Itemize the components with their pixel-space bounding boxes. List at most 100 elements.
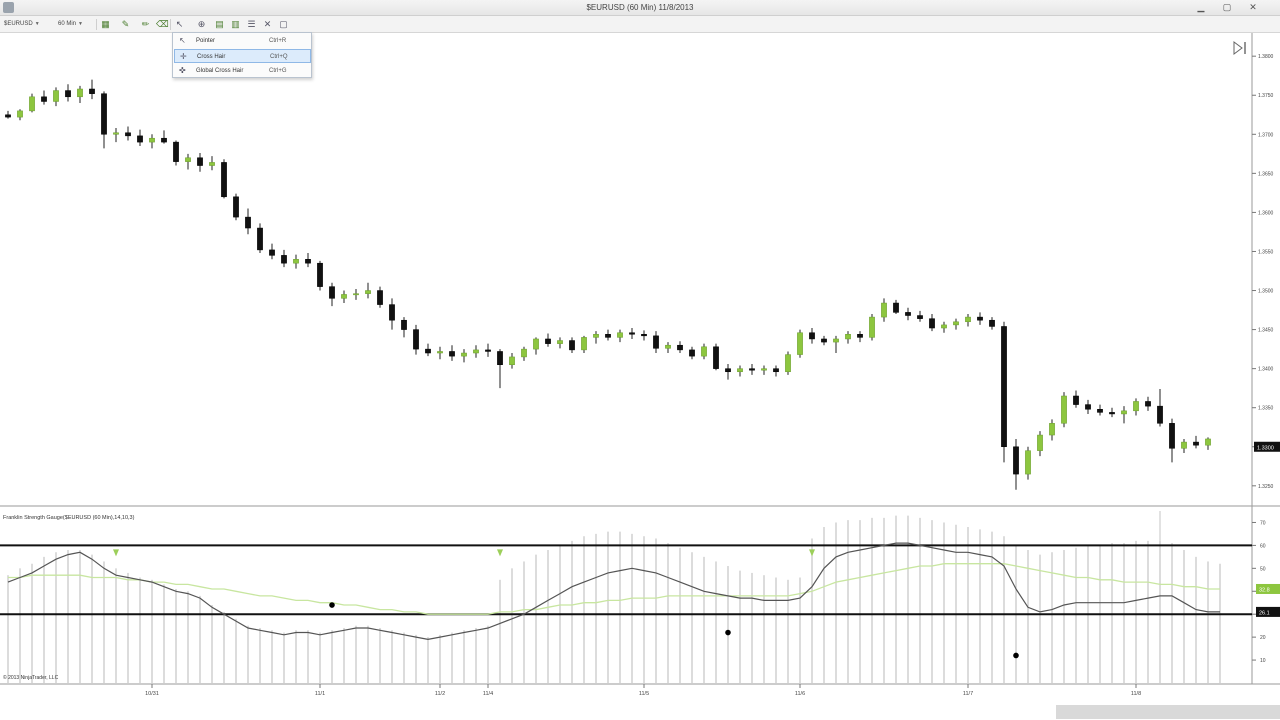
up-candle [581, 337, 587, 351]
menu-item-global-cross-hair[interactable]: ✜ Global Cross Hair Ctrl+G [174, 64, 311, 78]
down-candle [161, 137, 167, 143]
up-candle [209, 162, 215, 166]
strategies-icon[interactable]: ▥ [230, 19, 241, 30]
down-candle [629, 332, 635, 335]
menu-item-label: Pointer [196, 38, 216, 44]
down-candle [1157, 405, 1163, 424]
bars-type-icon[interactable]: ▦ [100, 19, 111, 30]
down-candle [245, 216, 251, 229]
down-candle [689, 349, 695, 357]
up-candle [761, 368, 767, 371]
signal-arrow-icon [113, 549, 119, 557]
up-candle [617, 332, 623, 338]
indicators-icon[interactable]: ▤ [214, 19, 225, 30]
chart-area[interactable]: 1.3800 1.3750 1.3700 1.3650 1.3600 1.3550 1.35… [0, 33, 1280, 720]
chart-canvas[interactable]: 1.3800 1.3750 1.3700 1.3650 1.3600 1.3550 1.35… [0, 33, 1280, 720]
down-candle [449, 351, 455, 357]
menu-item-label: Global Cross Hair [196, 68, 244, 74]
down-candle [977, 316, 983, 321]
window-icon[interactable]: ▢ [278, 19, 289, 30]
up-candle [797, 332, 803, 355]
minimize-button[interactable]: ▁ [1188, 1, 1214, 14]
up-candle [1037, 434, 1043, 451]
price-tick-label: 1.3800 [1258, 54, 1274, 60]
close-button[interactable]: ✕ [1240, 1, 1266, 14]
up-candle [293, 259, 299, 264]
up-candle [77, 88, 83, 98]
up-candle [965, 316, 971, 323]
title-bar: $EURUSD (60 Min) 11/8/2013 ▁ ▢ ✕ [0, 0, 1280, 16]
drawing-tools-icon[interactable]: ✎ [120, 19, 131, 30]
down-candle [389, 304, 395, 321]
down-candle [305, 259, 311, 264]
down-candle [101, 93, 107, 135]
horizontal-scrollbar[interactable] [1056, 705, 1280, 719]
down-candle [413, 329, 419, 350]
price-tick-label: 1.3400 [1258, 367, 1274, 373]
down-candle [329, 286, 335, 299]
zoom-icon[interactable]: ⊕ [196, 19, 207, 30]
window-title: $EURUSD (60 Min) 11/8/2013 [586, 3, 694, 12]
down-candle [485, 349, 491, 352]
signal-marks-layer [113, 549, 1019, 659]
indicator-value-label: 32.8 [1259, 587, 1270, 593]
menu-item-cross-hair[interactable]: ✛ Cross Hair Ctrl+Q [174, 49, 311, 63]
instrument-label: $EURUSD [4, 21, 33, 27]
indicator-panel-label: Franklin Strength Gauge($EURUSD (60 Min)… [3, 515, 135, 521]
up-candle [29, 96, 35, 112]
down-candle [269, 249, 275, 256]
up-candle [1025, 450, 1031, 475]
down-candle [1145, 401, 1151, 407]
down-candle [257, 227, 263, 251]
down-candle [221, 162, 227, 198]
down-candle [5, 114, 11, 118]
pointer-mode-icon[interactable]: ↖ [174, 19, 185, 30]
interval-selector[interactable]: 60 Min ▼ [58, 19, 83, 30]
up-candle [845, 334, 851, 340]
scroll-to-end-icon [1233, 41, 1243, 55]
price-tick-label: 1.3700 [1258, 132, 1274, 138]
copyright-label: © 2013 NinjaTrader, LLC [3, 675, 59, 681]
down-candle [197, 157, 203, 166]
down-candle [809, 332, 815, 340]
chevron-down-icon: ▼ [78, 21, 83, 27]
up-candle [53, 90, 59, 102]
down-candle [317, 262, 323, 287]
menu-item-pointer[interactable]: ↖ Pointer Ctrl+R [174, 34, 311, 48]
down-candle [917, 315, 923, 319]
toolbar-separator [96, 19, 97, 30]
down-candle [65, 90, 71, 98]
instrument-selector[interactable]: $EURUSD ▼ [4, 19, 40, 30]
down-candle [1085, 404, 1091, 410]
crosshair-icon: ✛ [180, 52, 187, 61]
candles-layer [5, 79, 1211, 490]
up-candle [1061, 395, 1067, 424]
maximize-button[interactable]: ▢ [1214, 1, 1240, 14]
price-tick-label: 1.3350 [1258, 406, 1274, 412]
eraser-icon[interactable]: ⌫ [156, 19, 169, 30]
up-candle [437, 351, 443, 354]
indicator-tick-label: 50 [1260, 566, 1266, 572]
down-candle [173, 141, 179, 162]
time-tick-label: 10/31 [145, 691, 159, 697]
down-candle [989, 319, 995, 327]
up-candle [737, 368, 743, 373]
last-price-label: 1.3300 [1257, 445, 1274, 451]
global-crosshair-icon: ✜ [179, 66, 186, 75]
down-candle [1109, 412, 1115, 415]
down-candle [569, 340, 575, 351]
down-candle [857, 334, 863, 338]
signal-dot [1013, 652, 1019, 659]
down-candle [905, 312, 911, 316]
time-tick-label: 11/1 [315, 691, 325, 697]
down-candle [1169, 423, 1175, 449]
close-chart-icon[interactable]: ✕ [262, 19, 273, 30]
price-tick-label: 1.3750 [1258, 93, 1274, 99]
pencil-icon[interactable]: ✏ [140, 19, 151, 30]
down-candle [89, 88, 95, 94]
down-candle [125, 132, 131, 137]
down-candle [725, 368, 731, 373]
properties-icon[interactable]: ☰ [246, 19, 257, 30]
up-candle [785, 354, 791, 373]
down-candle [749, 368, 755, 371]
